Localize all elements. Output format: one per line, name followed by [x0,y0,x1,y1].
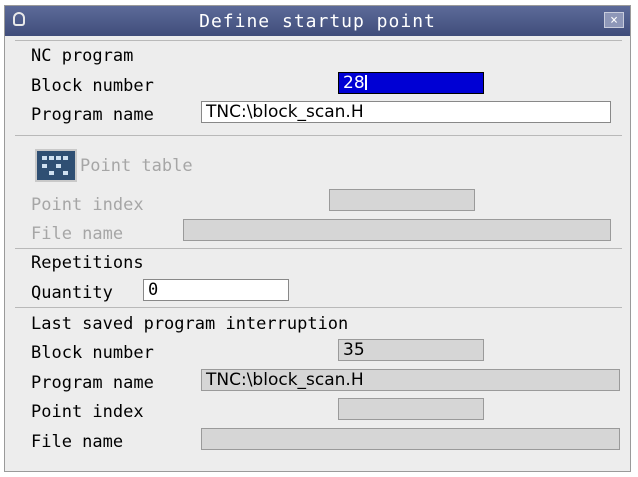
file-name-input[interactable] [183,219,611,241]
last-block-number-field: 35 [338,339,484,361]
program-name-input[interactable]: TNC:\block_scan.H [201,101,611,123]
point-table-button-label[interactable]: Point table [80,156,193,176]
point-table-section [15,135,622,136]
text-cursor [364,75,367,90]
block-number-label: Block number [31,76,154,96]
last-point-index-label: Point index [31,402,144,422]
last-block-number-label: Block number [31,343,154,363]
title-bar[interactable]: Define startup point × [5,6,630,36]
last-saved-section [15,307,622,308]
point-index-input[interactable] [329,189,475,211]
block-number-input[interactable]: 28 [338,72,484,94]
last-file-name-label: File name [31,432,124,452]
point-index-label: Point index [31,195,144,215]
repetitions-section [15,248,622,249]
quantity-label: Quantity [31,283,113,303]
last-program-name-field: TNC:\block_scan.H [201,369,620,391]
dialog-title: Define startup point [199,11,436,32]
block-number-value: 28 [343,73,365,93]
last-saved-heading: Last saved program interruption [31,314,349,334]
last-point-index-field [338,398,484,420]
last-file-name-field [201,428,620,450]
define-startup-point-dialog: Define startup point × NC program Block … [4,5,631,472]
point-table-icon[interactable] [35,149,77,182]
close-button[interactable]: × [604,12,624,28]
repetitions-heading: Repetitions [31,253,144,273]
nc-program-heading: NC program [31,46,134,66]
nc-program-section [15,40,622,41]
file-name-label: File name [31,224,124,244]
program-name-label: Program name [31,105,154,125]
quantity-input[interactable]: 0 [143,279,289,301]
last-program-name-label: Program name [31,373,154,393]
